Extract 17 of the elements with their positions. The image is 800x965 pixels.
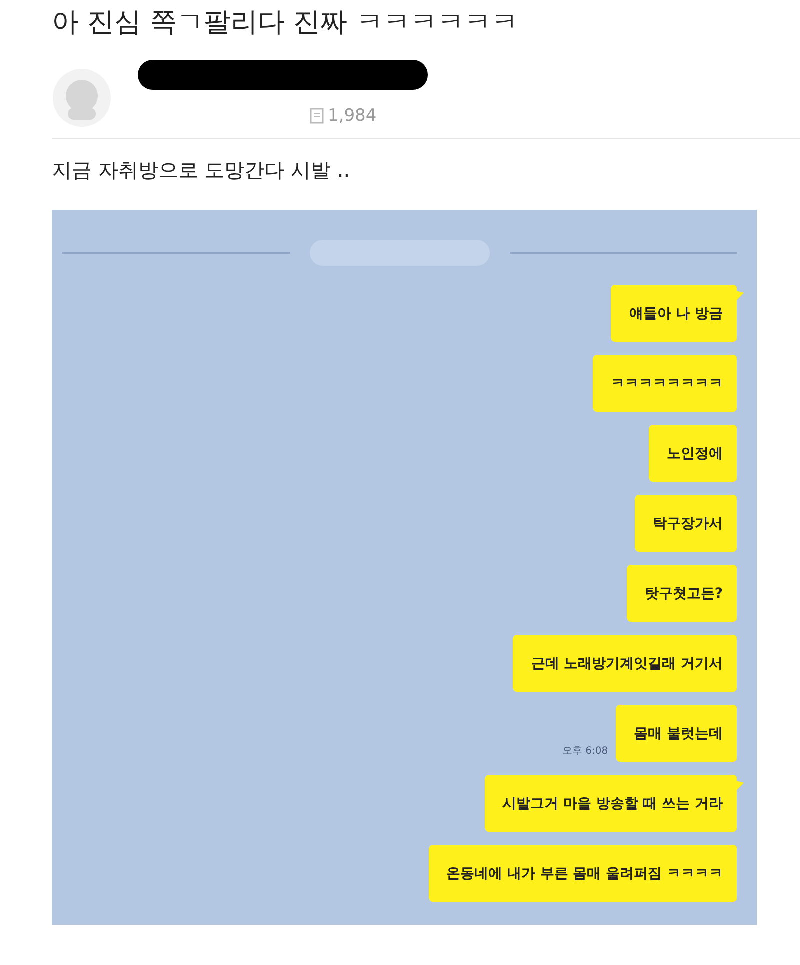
avatar-icon (52, 68, 112, 128)
message-bubble: 시발그거 마을 방송할 때 쓰는 거라 (484, 775, 737, 832)
message-bubble: 근데 노래방기계잇길래 거기서 (513, 635, 737, 692)
bubble-tail (736, 291, 744, 301)
message-bubble: 탓구쳣고든? (626, 565, 737, 622)
message-bubble: 몸매 불럿는데 (616, 705, 737, 762)
message-bubble: 얘들아 나 방금 (611, 285, 737, 342)
message-bubble: 노인정에 (649, 425, 737, 482)
message-time: 오후 6:08 (562, 745, 608, 758)
view-count: 1,984 (328, 106, 377, 126)
message-bubble: ㅋㅋㅋㅋㅋㅋㅋㅋ (593, 355, 737, 412)
message-bubble: 온동네에 내가 부른 몸매 울려퍼짐 ㅋㅋㅋㅋ (428, 845, 737, 902)
post-body: 지금 자취방으로 도망간다 시발 .. (52, 157, 352, 184)
message-bubble: 탁구장가서 (635, 495, 737, 552)
post-title: 아 진심 쪽ㄱ팔리다 진짜 ㅋㅋㅋㅋㅋㅋ (52, 6, 520, 40)
document-icon (310, 108, 324, 124)
bubble-tail (736, 781, 744, 791)
